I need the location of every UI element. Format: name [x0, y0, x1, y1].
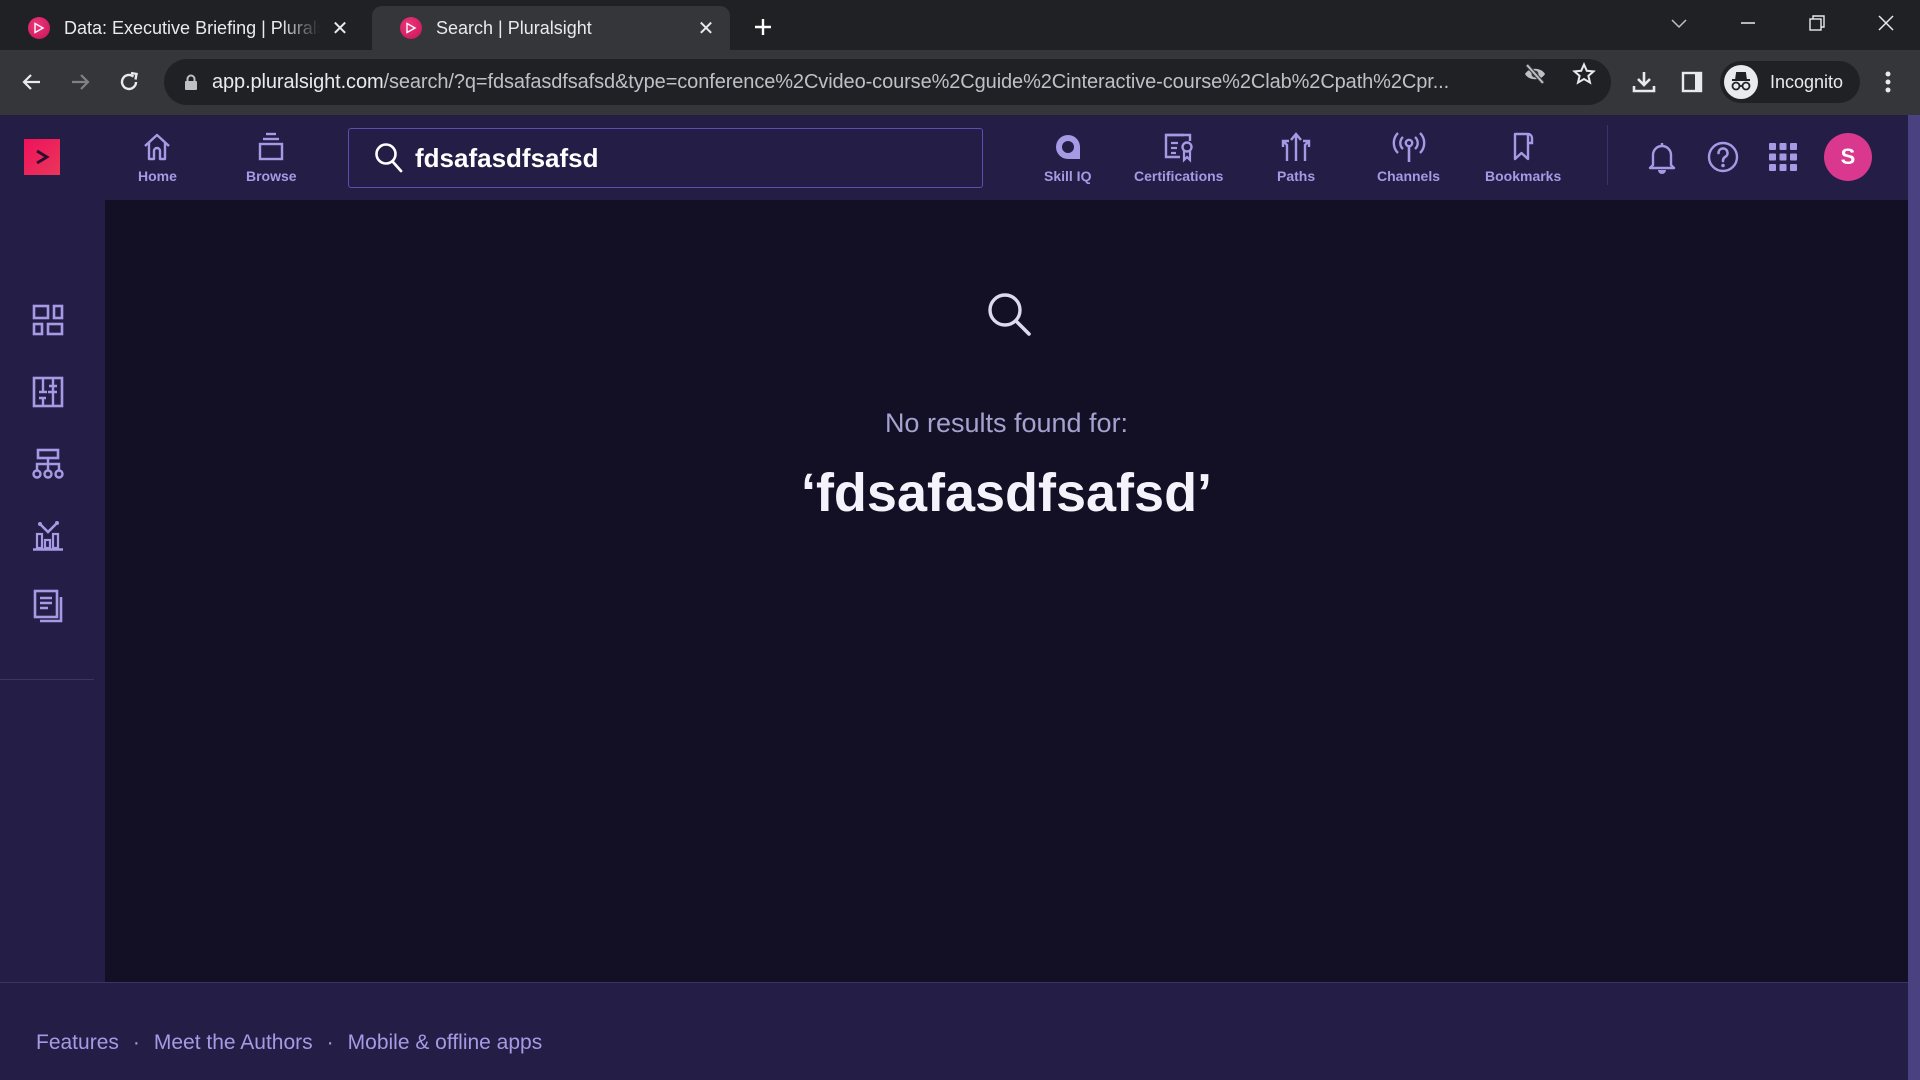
browser-toolbar: app.pluralsight.com/search/?q=fdsafasdfs… — [0, 50, 1920, 115]
tab-close-icon[interactable]: ✕ — [694, 16, 718, 40]
close-window-icon[interactable] — [1858, 6, 1914, 40]
reload-icon — [120, 71, 138, 91]
nav-label: Browse — [246, 168, 297, 184]
nav-bookmarks[interactable]: Bookmarks — [1485, 130, 1561, 184]
nav-label: Paths — [1277, 168, 1316, 184]
sidebar-item-reports[interactable] — [26, 584, 70, 628]
nav-home[interactable]: Home — [138, 130, 177, 184]
play-logo-icon — [36, 149, 50, 165]
sidebar-item-layout[interactable] — [26, 370, 70, 414]
incognito-profile-button[interactable]: Incognito — [1720, 61, 1860, 103]
restore-window-icon[interactable] — [1789, 6, 1845, 40]
nav-label: Home — [138, 168, 177, 184]
nav-channels[interactable]: Channels — [1377, 130, 1440, 184]
empty-state-search-icon — [981, 286, 1037, 342]
arrow-left-icon — [22, 74, 40, 90]
pluralsight-favicon-icon — [400, 17, 422, 39]
footer-link-meet-the-authors[interactable]: Meet the Authors — [154, 1031, 313, 1055]
page-scrollbar[interactable] — [1908, 115, 1920, 1080]
sidebar-item-org-chart[interactable] — [26, 442, 70, 486]
browser-tab-active[interactable]: Search | Pluralsight ✕ — [372, 6, 730, 50]
apps-grid-icon[interactable] — [1763, 137, 1803, 177]
header-divider — [1607, 125, 1608, 185]
footer-link-mobile-offline-apps[interactable]: Mobile & offline apps — [348, 1031, 543, 1055]
tab-search-chevron-icon[interactable] — [1651, 6, 1707, 40]
sidebar-item-analytics[interactable] — [26, 514, 70, 558]
forward-button[interactable] — [62, 64, 98, 100]
nav-browse[interactable]: Browse — [246, 130, 297, 184]
browse-stack-icon — [253, 130, 289, 164]
bookmark-star-icon[interactable] — [1571, 61, 1597, 87]
analytics-icon — [33, 521, 63, 551]
reports-icon — [33, 589, 63, 623]
sidebar — [0, 200, 105, 982]
certificate-icon — [1161, 130, 1197, 164]
tab-title: Search | Pluralsight — [436, 17, 592, 38]
incognito-label: Incognito — [1770, 71, 1844, 92]
pluralsight-logo[interactable] — [24, 139, 60, 175]
notifications-bell-icon[interactable] — [1642, 137, 1682, 177]
back-button[interactable] — [14, 64, 50, 100]
bookmark-icon — [1505, 130, 1541, 164]
browser-menu-icon[interactable] — [1872, 66, 1904, 98]
paths-arrows-icon — [1278, 130, 1314, 164]
tab-close-icon[interactable]: ✕ — [328, 16, 352, 40]
downloads-icon[interactable] — [1628, 66, 1660, 98]
org-chart-icon — [32, 448, 64, 479]
reload-button[interactable] — [111, 64, 147, 100]
no-results-message: No results found for: — [884, 408, 1129, 438]
browser-tab[interactable]: Data: Executive Briefing | Pluralsight ✕ — [0, 6, 364, 50]
nav-label: Skill IQ — [1044, 168, 1092, 184]
nav-label: Channels — [1377, 168, 1441, 184]
pluralsight-favicon-icon — [28, 17, 50, 39]
nav-certifications[interactable]: Certifications — [1134, 130, 1223, 184]
user-avatar[interactable]: S — [1824, 133, 1872, 181]
layout-icon — [32, 376, 64, 408]
search-icon — [373, 142, 405, 174]
arrow-right-icon — [72, 74, 90, 90]
sidebar-item-dashboard[interactable] — [26, 298, 70, 342]
footer-separator: · — [326, 1031, 334, 1054]
tab-title: Data: Executive Briefing | Pluralsight — [64, 17, 320, 38]
nav-paths[interactable]: Paths — [1277, 130, 1315, 184]
side-panel-icon[interactable] — [1676, 66, 1708, 98]
footer-separator: · — [132, 1031, 140, 1054]
incognito-icon — [1724, 65, 1758, 99]
minimize-window-icon[interactable] — [1720, 6, 1776, 40]
broadcast-icon — [1391, 130, 1427, 164]
tracking-blocked-eye-icon[interactable] — [1522, 61, 1548, 87]
footer-links: Features · Meet the Authors · Mobile & o… — [36, 1031, 542, 1055]
browser-tab-strip: Data: Executive Briefing | Pluralsight ✕… — [0, 0, 1920, 50]
sidebar-divider — [0, 679, 94, 680]
home-icon — [139, 130, 175, 164]
footer: Features · Meet the Authors · Mobile & o… — [0, 982, 1908, 1080]
address-bar[interactable]: app.pluralsight.com/search/?q=fdsafasdfs… — [164, 59, 1611, 105]
nav-label: Bookmarks — [1485, 168, 1562, 184]
skill-iq-icon — [1050, 130, 1086, 164]
help-question-icon[interactable] — [1703, 137, 1743, 177]
search-bar[interactable] — [348, 128, 983, 188]
url-text[interactable]: app.pluralsight.com/search/?q=fdsafasdfs… — [212, 71, 1502, 94]
app-header: Home Browse Skill IQ Certifications Path… — [0, 115, 1908, 200]
url-host: app.pluralsight.com — [212, 70, 384, 93]
url-path: /search/?q=fdsafasdfsafsd&type=conferenc… — [383, 70, 1450, 93]
search-input[interactable] — [415, 142, 975, 174]
nav-label: Certifications — [1134, 168, 1224, 184]
footer-link-features[interactable]: Features — [36, 1031, 119, 1055]
nav-skill-iq[interactable]: Skill IQ — [1044, 130, 1091, 184]
search-results-area: No results found for: ‘fdsafasdfsafsd’ — [105, 200, 1908, 982]
dashboard-icon — [32, 304, 64, 336]
lock-icon[interactable] — [182, 73, 200, 91]
new-tab-button[interactable] — [748, 12, 778, 42]
search-query-display: ‘fdsafasdfsafsd’ — [800, 463, 1213, 523]
